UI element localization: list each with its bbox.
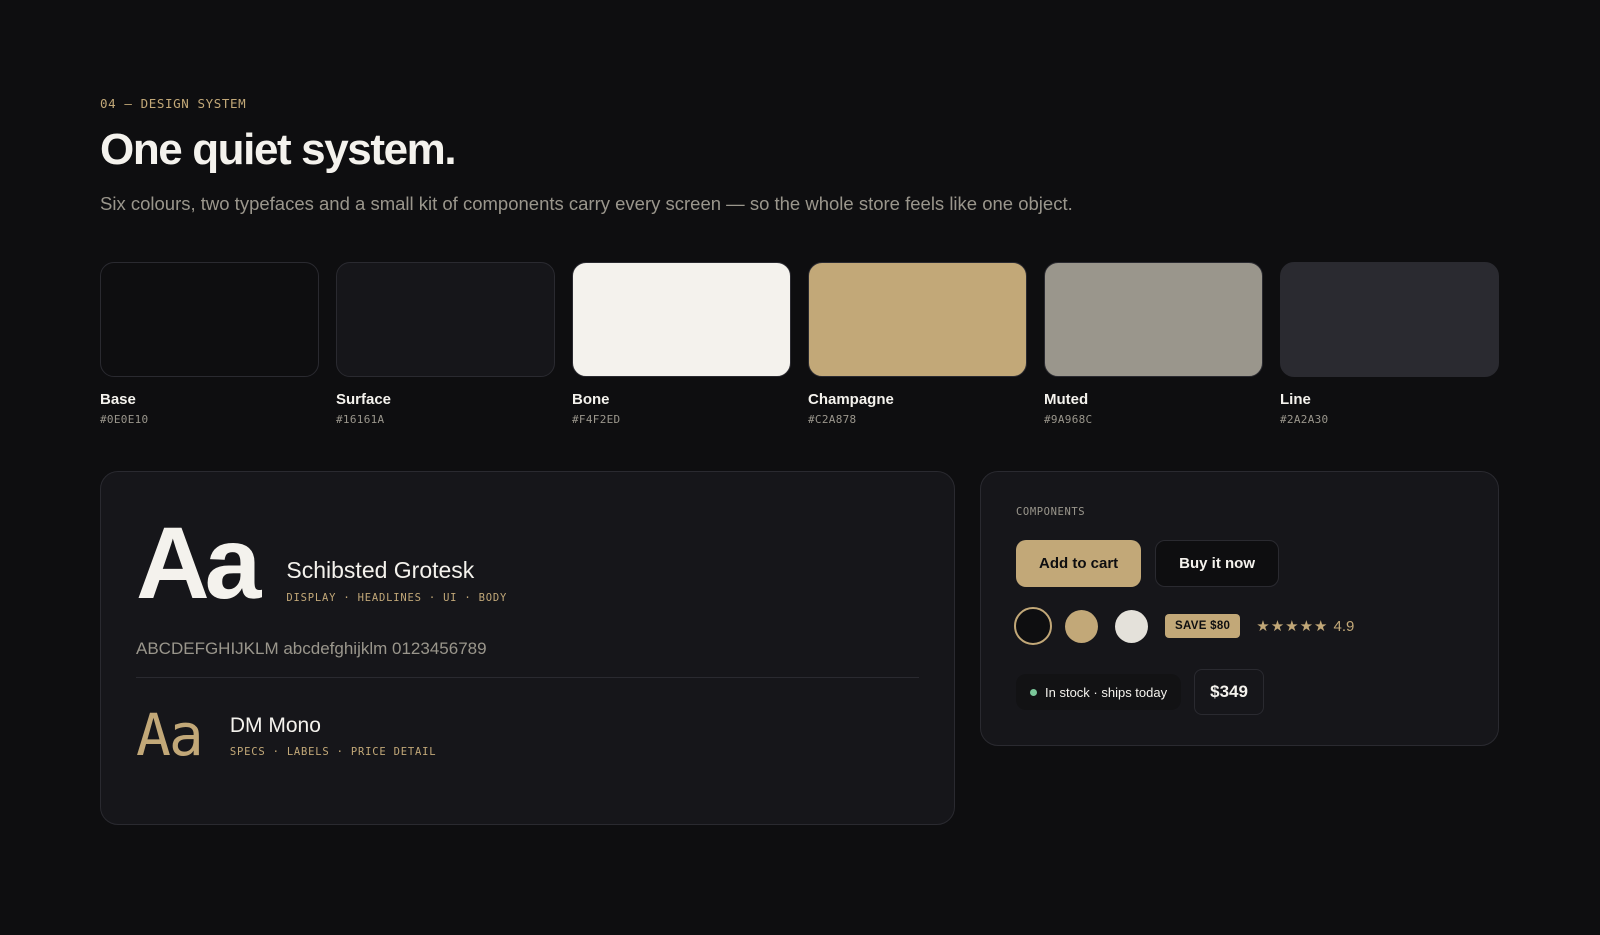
option-row: SAVE $80 ★★★★★ 4.9 xyxy=(1014,607,1463,646)
components-label: COMPONENTS xyxy=(1016,506,1086,519)
display-font-row: Aa Schibsted Grotesk DISPLAY · HEADLINES… xyxy=(136,506,919,621)
buy-now-button[interactable]: Buy it now xyxy=(1155,540,1279,588)
swatch-hex: #9A968C xyxy=(1044,413,1093,427)
color-option-selected[interactable] xyxy=(1014,607,1052,646)
stock-dot-icon xyxy=(1030,688,1037,696)
swatch-bone: Bone #F4F2ED xyxy=(572,262,791,426)
swatch-line: Line #2A2A30 xyxy=(1280,262,1499,426)
mono-font-name: DM Mono xyxy=(229,714,321,738)
display-font-uses: DISPLAY · HEADLINES · UI · BODY xyxy=(286,592,508,605)
swatch-name: Surface xyxy=(336,391,392,409)
save-badge: SAVE $80 xyxy=(1165,614,1241,639)
swatch-hex: #C2A878 xyxy=(808,413,857,427)
typography-panel: Aa Schibsted Grotesk DISPLAY · HEADLINES… xyxy=(100,471,955,826)
swatch-chip xyxy=(100,262,319,378)
mono-font-sample: Aa xyxy=(136,701,204,770)
divider xyxy=(136,677,919,679)
section-eyebrow: 04 — DESIGN SYSTEM xyxy=(100,96,247,111)
display-font-sample: Aa xyxy=(136,506,261,621)
components-panel: COMPONENTS Add to cart Buy it now SAVE $… xyxy=(980,471,1499,747)
color-palette: Base #0E0E10 Surface #16161A Bone #F4F2E… xyxy=(100,262,1500,426)
swatch-hex: #0E0E10 xyxy=(100,413,149,427)
swatch-hex: #2A2A30 xyxy=(1280,413,1329,427)
stock-text: In stock · ships today xyxy=(1045,684,1168,700)
page-title: One quiet system. xyxy=(100,125,457,174)
rating-value: 4.9 xyxy=(1333,617,1355,635)
swatch-hex: #16161A xyxy=(336,413,385,427)
display-font-meta: Schibsted Grotesk DISPLAY · HEADLINES · … xyxy=(286,557,507,606)
swatch-chip xyxy=(808,262,1027,378)
button-row: Add to cart Buy it now xyxy=(1016,540,1463,588)
swatch-base: Base #0E0E10 xyxy=(100,262,319,426)
swatch-champagne: Champagne #C2A878 xyxy=(808,262,1027,426)
star-rating-icon: ★★★★★ xyxy=(1256,617,1329,636)
add-to-cart-button[interactable]: Add to cart xyxy=(1016,540,1142,588)
swatch-chip xyxy=(572,262,791,378)
price-tag: $349 xyxy=(1194,669,1264,716)
swatch-surface: Surface #16161A xyxy=(336,262,555,426)
stock-status: In stock · ships today xyxy=(1016,674,1182,711)
mono-font-uses: SPECS · LABELS · PRICE DETAIL xyxy=(229,746,437,759)
swatch-chip xyxy=(1280,262,1499,378)
swatch-name: Base xyxy=(100,391,136,409)
swatch-name: Muted xyxy=(1044,391,1089,409)
mono-font-row: Aa DM Mono SPECS · LABELS · PRICE DETAIL xyxy=(136,701,919,770)
glyph-sample: ABCDEFGHIJKLM abcdefghijklm 0123456789 xyxy=(136,639,487,659)
swatch-chip xyxy=(1044,262,1263,378)
swatch-name: Champagne xyxy=(808,391,894,409)
color-option-champagne[interactable] xyxy=(1065,609,1098,643)
swatch-chip xyxy=(336,262,555,378)
swatch-muted: Muted #9A968C xyxy=(1044,262,1263,426)
color-option-bone[interactable] xyxy=(1115,609,1148,643)
display-font-name: Schibsted Grotesk xyxy=(286,557,475,584)
page-subtitle: Six colours, two typefaces and a small k… xyxy=(100,193,1073,215)
swatch-name: Line xyxy=(1280,391,1311,409)
swatch-name: Bone xyxy=(572,391,610,409)
mono-font-meta: DM Mono SPECS · LABELS · PRICE DETAIL xyxy=(230,714,437,760)
lower-section: Aa Schibsted Grotesk DISPLAY · HEADLINES… xyxy=(100,471,1500,826)
design-system-page: 04 — DESIGN SYSTEM One quiet system. Six… xyxy=(0,0,1600,935)
stock-row: In stock · ships today $349 xyxy=(1016,669,1463,716)
swatch-hex: #F4F2ED xyxy=(572,413,621,427)
